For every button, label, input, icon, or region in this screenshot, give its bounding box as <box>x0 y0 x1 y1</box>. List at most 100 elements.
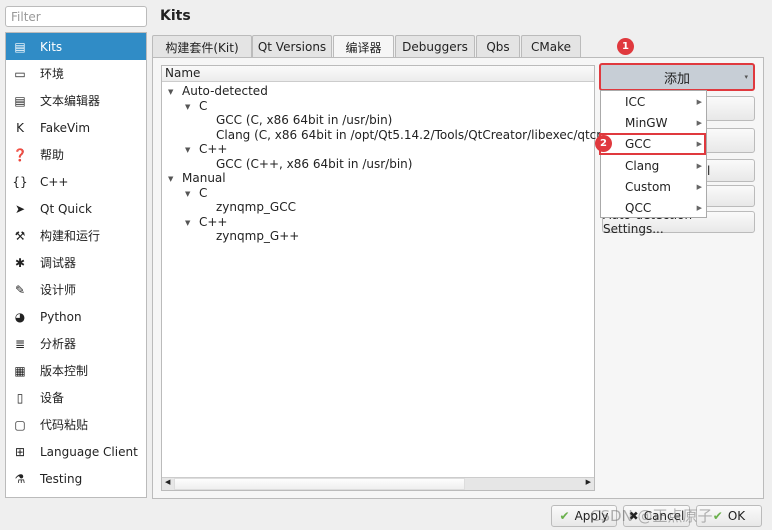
sidebar: ▤ Kits ▭ 环境 ▤ 文本编辑器 K FakeVim ❓ 帮助 {} C++ ➤ Qt Quick ⚒… <box>5 32 147 498</box>
python-icon: ◕ <box>14 309 26 324</box>
version-control-icon: ▦ <box>14 363 26 378</box>
tab-2[interactable]: 编译器 <box>333 35 394 59</box>
sidebar-item--[interactable]: ✎ 设计师 <box>6 276 146 303</box>
kits-icon: ▤ <box>14 39 26 54</box>
tab-3[interactable]: Debuggers <box>395 35 475 58</box>
tab-1[interactable]: Qt Versions <box>252 35 332 58</box>
sidebar-item-label: 设计师 <box>40 283 77 297</box>
scroll-left-icon[interactable]: ◀ <box>165 478 170 486</box>
expand-arrow-icon[interactable]: ▼ <box>168 88 173 96</box>
paste-icon: ▢ <box>14 417 26 432</box>
sidebar-item-label: Qt Quick <box>40 201 92 216</box>
sidebar-item--[interactable]: ✱ 调试器 <box>6 249 146 276</box>
sidebar-item-c-[interactable]: {} C++ <box>6 168 146 195</box>
expand-arrow-icon[interactable]: ▼ <box>185 190 190 198</box>
text-editor-icon: ▤ <box>14 93 26 108</box>
fakevim-icon: K <box>16 120 24 135</box>
pen-icon: ✎ <box>14 282 26 297</box>
tree-row[interactable]: Auto-detected <box>182 84 268 98</box>
sidebar-item-label: 分析器 <box>40 337 77 351</box>
add-button[interactable]: 添加 ▾ <box>599 63 755 91</box>
sidebar-item--[interactable]: ≣ 分析器 <box>6 330 146 357</box>
sidebar-item-label: 构建和运行 <box>40 229 101 243</box>
tree-row[interactable]: Manual <box>182 171 226 185</box>
sidebar-item-label: Testing <box>40 471 83 486</box>
horizontal-scrollbar[interactable]: ◀ ▶ <box>162 477 594 490</box>
expand-arrow-icon[interactable]: ▼ <box>168 175 173 183</box>
tab-4[interactable]: Qbs <box>476 35 520 58</box>
add-label: 添加 <box>663 71 690 87</box>
sidebar-item-label: C++ <box>40 174 69 189</box>
sidebar-item--[interactable]: ▯ 设备 <box>6 384 146 411</box>
device-icon: ▯ <box>16 390 24 405</box>
expand-arrow-icon[interactable]: ▼ <box>185 219 190 227</box>
sidebar-item-language-client[interactable]: ⊞ Language Client <box>6 438 146 465</box>
sidebar-item-qt-quick[interactable]: ➤ Qt Quick <box>6 195 146 222</box>
tree-row[interactable]: C <box>199 186 207 200</box>
sidebar-item--[interactable]: ⚒ 构建和运行 <box>6 222 146 249</box>
sidebar-item-label: 文本编辑器 <box>40 94 101 108</box>
menu-item-label: Custom <box>625 179 671 194</box>
expand-arrow-icon[interactable]: ▼ <box>185 146 190 154</box>
menu-item-label: ICC <box>625 95 646 109</box>
tab-5[interactable]: CMake <box>521 35 581 58</box>
sidebar-item-label: 环境 <box>40 67 65 81</box>
gcc-highlight <box>599 133 706 155</box>
braces-icon: {} <box>12 174 28 189</box>
menu-item-icc[interactable]: ICC ▶ <box>601 92 706 113</box>
submenu-arrow-icon: ▶ <box>696 98 702 106</box>
submenu-arrow-icon: ▶ <box>696 204 702 212</box>
sidebar-item-label: 调试器 <box>40 256 77 270</box>
menu-item-qcc[interactable]: QCC ▶ <box>601 198 706 219</box>
tree-row[interactable]: C++ <box>199 142 228 156</box>
submenu-arrow-icon: ▶ <box>696 119 702 128</box>
sidebar-item-label: Kits <box>40 39 63 54</box>
compiler-tree[interactable]: Name ▼ Auto-detected ▼ C GCC (C, x86 64bit i… <box>161 65 608 491</box>
column-header-name[interactable]: Name <box>162 66 594 82</box>
ok-label: OK <box>727 509 746 523</box>
dropdown-arrow-icon: ▾ <box>744 73 748 81</box>
sidebar-item-testing[interactable]: ⚗ Testing <box>6 465 146 492</box>
scrollbar-thumb[interactable] <box>174 478 465 490</box>
sidebar-item-label: 代码粘贴 <box>40 418 89 432</box>
submenu-arrow-icon: ▶ <box>696 161 702 170</box>
sidebar-item--[interactable]: ▭ 环境 <box>6 60 146 87</box>
page-title: Kits <box>160 8 191 24</box>
sidebar-item--[interactable]: ▤ 文本编辑器 <box>6 87 146 114</box>
sidebar-item--[interactable]: ❓ 帮助 <box>6 141 146 168</box>
tree-row[interactable]: C++ <box>199 215 228 229</box>
sidebar-item-label: FakeVim <box>40 120 91 135</box>
tab-0[interactable]: 构建套件(Kit) <box>152 35 252 58</box>
language-client-icon: ⊞ <box>14 444 26 459</box>
scroll-right-icon[interactable]: ▶ <box>586 478 591 486</box>
menu-item-custom[interactable]: Custom ▶ <box>601 177 706 198</box>
sidebar-item--[interactable]: ▦ 版本控制 <box>6 357 146 384</box>
sidebar-item-kits[interactable]: ▤ Kits <box>6 33 146 60</box>
partial-label: l <box>707 163 711 178</box>
tree-row[interactable]: GCC (C++, x86 64bit in /usr/bin) <box>216 157 412 171</box>
expand-arrow-icon[interactable]: ▼ <box>185 103 190 111</box>
check-icon: ✔ <box>712 509 723 523</box>
sidebar-item-fakevim[interactable]: K FakeVim <box>6 114 146 141</box>
tree-row[interactable]: Clang (C, x86 64bit in /opt/Qt5.14.2/Too… <box>216 128 608 142</box>
sidebar-item-label: Python <box>40 309 82 324</box>
tree-row[interactable]: GCC (C, x86 64bit in /usr/bin) <box>216 113 392 127</box>
menu-item-mingw[interactable]: MinGW ▶ <box>601 113 706 134</box>
filter-input[interactable] <box>5 6 147 27</box>
sidebar-item-python[interactable]: ◕ Python <box>6 303 146 330</box>
sidebar-item-label: 设备 <box>40 391 65 405</box>
bug-icon: ✱ <box>14 255 26 270</box>
analyzer-icon: ≣ <box>14 336 26 351</box>
qtquick-icon: ➤ <box>14 201 26 216</box>
sidebar-item--[interactable]: ▢ 代码粘贴 <box>6 411 146 438</box>
tree-row[interactable]: zynqmp_GCC <box>216 200 296 214</box>
annotation-badge-2: 2 <box>595 135 612 152</box>
menu-item-label: QCC <box>625 201 652 215</box>
menu-item-clang[interactable]: Clang ▶ <box>601 156 706 177</box>
menu-item-label: MinGW <box>625 116 668 131</box>
menu-item-label: Clang <box>625 158 660 173</box>
submenu-arrow-icon: ▶ <box>696 182 702 191</box>
tree-row[interactable]: zynqmp_G++ <box>216 229 299 243</box>
check-icon: ✔ <box>559 509 570 523</box>
tree-row[interactable]: C <box>199 99 207 113</box>
